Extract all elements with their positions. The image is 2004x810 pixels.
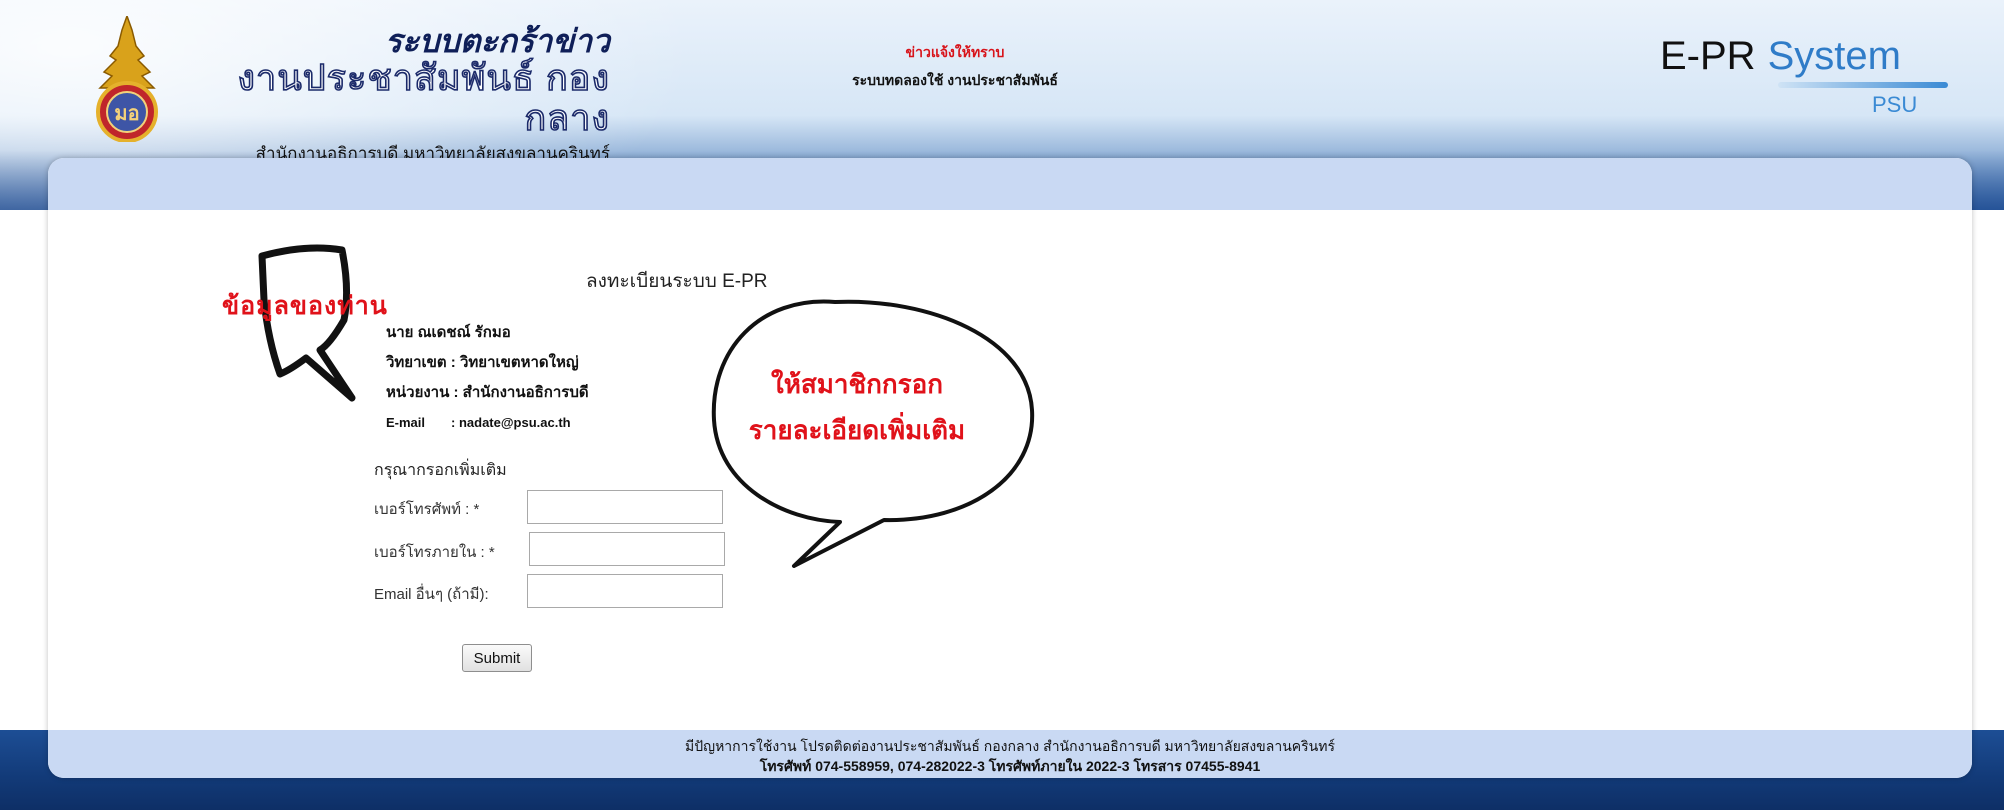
epr-logo-text: E-PR [1660,34,1756,78]
registration-title: ลงทะเบียนระบบ E-PR [586,271,768,292]
system-logo-text: System [1767,34,1901,78]
system-name: ระบบตะกร้าข่าว [384,23,610,59]
page-footer: มีปัญหาการใช้งาน โปรดติดต่องานประชาสัมพั… [48,730,1972,778]
user-unit: หน่วยงาน : สำนักงานอธิการบดี [386,384,589,401]
footer-contact-line: มีปัญหาการใช้งาน โปรดติดต่องานประชาสัมพั… [685,738,1335,754]
university-seal-logo: มอ [96,16,158,142]
news-notice: ข่าวแจ้งให้ทราบ ระบบทดลองใช้ งานประชาสัม… [790,42,1120,92]
psu-logo-text: PSU [1872,92,1918,117]
internal-phone-input[interactable] [529,532,725,566]
user-campus: วิทยาเขต : วิทยาเขตหาดใหญ่ [386,354,579,371]
epr-system-logo: E-PR System PSU [1660,34,1960,117]
fill-more-line-2: รายละเอียดเพิ่มเติม [748,416,966,446]
phone-label: เบอร์โทรศัพท์ : * [374,501,480,518]
fill-more-line-1: ให้สมาชิกกรอก [771,370,943,400]
user-info-block: นาย ณเดชณ์ รักมอ วิทยาเขต : วิทยาเขตหาดใ… [386,318,589,438]
news-subtext: ระบบทดลองใช้ งานประชาสัมพันธ์ [852,72,1058,88]
submit-button[interactable]: Submit [462,644,532,672]
news-headline[interactable]: ข่าวแจ้งให้ทราบ [790,42,1120,64]
user-email-row: E-mail : nadate@psu.ac.th [386,408,589,438]
email-label: E-mail [386,415,426,430]
site-branding: ระบบตะกร้าข่าว งานประชาสัมพันธ์ กองกลาง … [180,24,610,166]
panel-header-band [48,158,1972,210]
svg-text:มอ: มอ [114,101,139,125]
department-name: งานประชาสัมพันธ์ กองกลาง [237,57,610,139]
your-info-annotation: ข้อมูลของท่าน [222,291,388,320]
user-name: นาย ณเดชณ์ รักมอ [386,324,511,341]
content-panel: มีปัญหาการใช้งาน โปรดติดต่องานประชาสัมพั… [48,158,1972,778]
email-value: : nadate@psu.ac.th [451,415,571,430]
phone-input[interactable] [527,490,723,524]
logo-underline [1778,82,1948,88]
internal-phone-label: เบอร์โทรภายใน : * [374,544,495,561]
additional-info-heading: กรุณากรอกเพิ่มเติม [374,462,507,479]
other-email-label: Email อื่นๆ (ถ้ามี): [374,586,489,603]
other-email-input[interactable] [527,574,723,608]
fill-more-annotation: ให้สมาชิกกรอก รายละเอียดเพิ่มเติม [712,362,1002,454]
footer-phone-line: โทรศัพท์ 074-558959, 074-282022-3 โทรศัพ… [759,758,1261,774]
